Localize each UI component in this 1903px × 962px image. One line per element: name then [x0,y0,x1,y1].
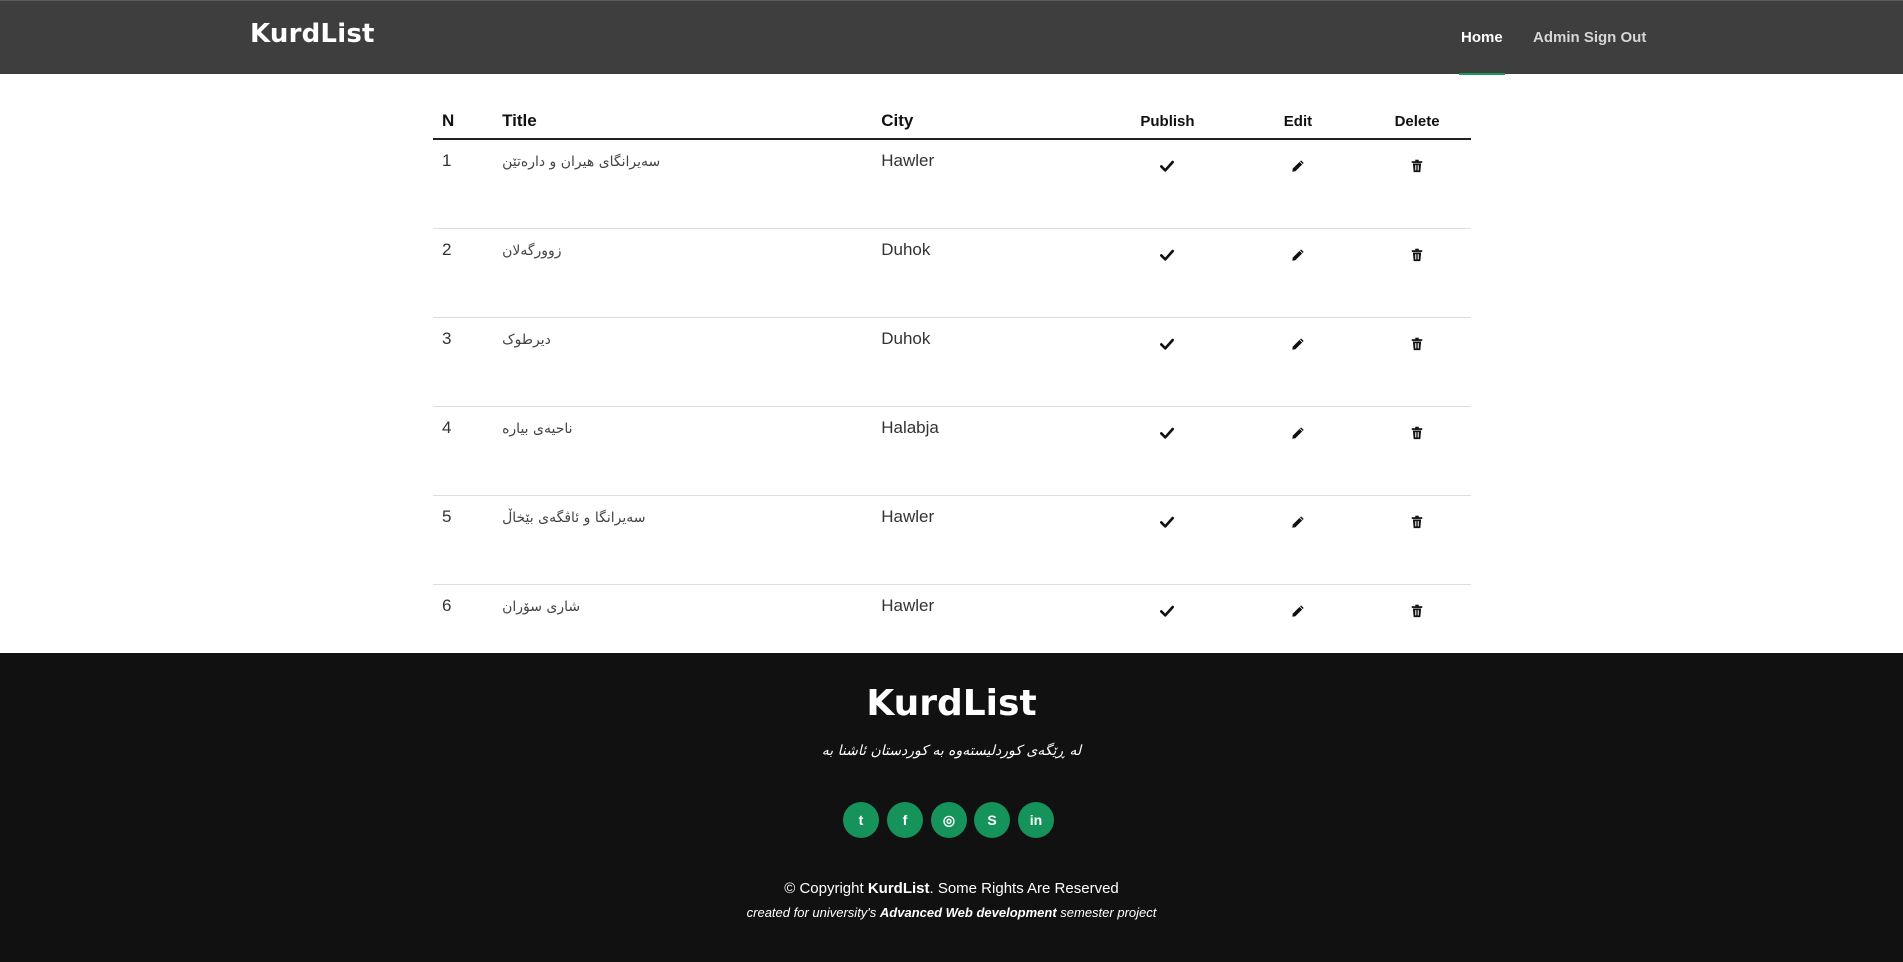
row-action-cell [1102,228,1233,318]
row-action-cell [1102,139,1233,229]
table-row: 1 سەیرانگای هیران و دارەتێن Hawler [433,139,1471,229]
trash-icon[interactable] [1410,247,1424,266]
credit-bold: Advanced Web development [879,905,1057,920]
row-number: 5 [433,495,494,585]
footer-brand: KurdList [866,683,1037,724]
check-icon[interactable] [1160,514,1175,533]
row-action-cell [1102,406,1233,496]
trash-icon[interactable] [1410,336,1424,355]
skype-icon[interactable]: S [974,802,1010,838]
copyright-text: © Copyright KurdList. Some Rights Are Re… [0,880,1903,897]
row-number: 1 [433,139,494,229]
pencil-icon[interactable] [1291,158,1305,177]
row-action-cell [1363,406,1471,496]
row-number: 2 [433,228,494,318]
trash-icon[interactable] [1410,603,1424,622]
column-header-title: Title [493,104,873,140]
table-row: 2 زوورگەلان Duhok [433,228,1471,318]
table-header-row: N Title City Publish Edit Delete [433,104,1471,140]
pencil-icon[interactable] [1291,247,1305,266]
credit-text: created for university's Advanced Web de… [0,905,1903,920]
row-action-cell [1102,495,1233,585]
column-header-publish: Publish [1102,104,1233,140]
row-title: سەیرانگای هیران و دارەتێن [493,139,873,229]
top-navbar: KurdList Home Admin Sign Out [0,0,1903,75]
column-header-city: City [872,104,1103,140]
column-header-edit: Edit [1232,104,1364,140]
row-city: Duhok [872,228,1103,318]
copyright-suffix: . Some Rights Are Reserved [929,880,1119,897]
pencil-icon[interactable] [1291,603,1305,622]
row-action-cell [1363,495,1471,585]
row-action-cell [1363,139,1471,229]
row-number: 3 [433,317,494,407]
footer-tagline: لە ڕێگەی کوردلیستەوە بە کوردستان ئاشنا ب… [821,743,1082,759]
trash-icon[interactable] [1410,158,1424,177]
nav-admin-sign-out-link[interactable]: Admin Sign Out [1533,29,1646,46]
pencil-icon[interactable] [1291,514,1305,533]
row-title: سەیرانگا و ئاڤگەی بێخاڵ [493,495,873,585]
check-icon[interactable] [1160,158,1175,177]
row-action-cell [1363,317,1471,407]
row-action-cell [1232,228,1364,318]
row-city: Hawler [872,495,1103,585]
table-row: 5 سەیرانگا و ئاڤگەی بێخاڵ Hawler [433,495,1471,585]
column-header-n: N [433,104,494,140]
table-row: 4 ناحیەی بیارە Halabja [433,406,1471,496]
check-icon[interactable] [1160,425,1175,444]
row-title: ناحیەی بیارە [493,406,873,496]
row-action-cell [1232,406,1364,496]
facebook-icon[interactable]: f [887,802,923,838]
footer: KurdList لە ڕێگەی کوردلیستەوە بە کوردستا… [0,653,1903,962]
row-number: 4 [433,406,494,496]
nav-home-link[interactable]: Home [1461,29,1503,46]
pencil-icon[interactable] [1291,336,1305,355]
instagram-icon[interactable]: ◎ [931,802,967,838]
column-header-delete: Delete [1363,104,1471,140]
trash-icon[interactable] [1410,514,1424,533]
row-action-cell [1363,228,1471,318]
check-icon[interactable] [1160,603,1175,622]
row-city: Halabja [872,406,1103,496]
row-action-cell [1102,317,1233,407]
table-row: 3 دیرطوک Duhok [433,317,1471,407]
linkedin-icon[interactable]: in [1018,802,1054,838]
twitter-icon[interactable]: t [843,802,879,838]
row-action-cell [1232,317,1364,407]
row-city: Hawler [872,139,1103,229]
pencil-icon[interactable] [1291,425,1305,444]
row-title: زوورگەلان [493,228,873,318]
active-nav-indicator [1459,73,1505,75]
social-links: t f ◎ S in [843,802,1063,838]
trash-icon[interactable] [1410,425,1424,444]
row-action-cell [1232,495,1364,585]
row-action-cell [1232,139,1364,229]
check-icon[interactable] [1160,336,1175,355]
credit-prefix: created for university's [746,905,880,920]
credit-suffix: semester project [1056,905,1157,920]
check-icon[interactable] [1160,247,1175,266]
row-title: دیرطوک [493,317,873,407]
copyright-brand: KurdList [867,880,930,897]
brand-logo[interactable]: KurdList [250,19,375,49]
row-city: Duhok [872,317,1103,407]
copyright-prefix: © Copyright [784,880,868,897]
